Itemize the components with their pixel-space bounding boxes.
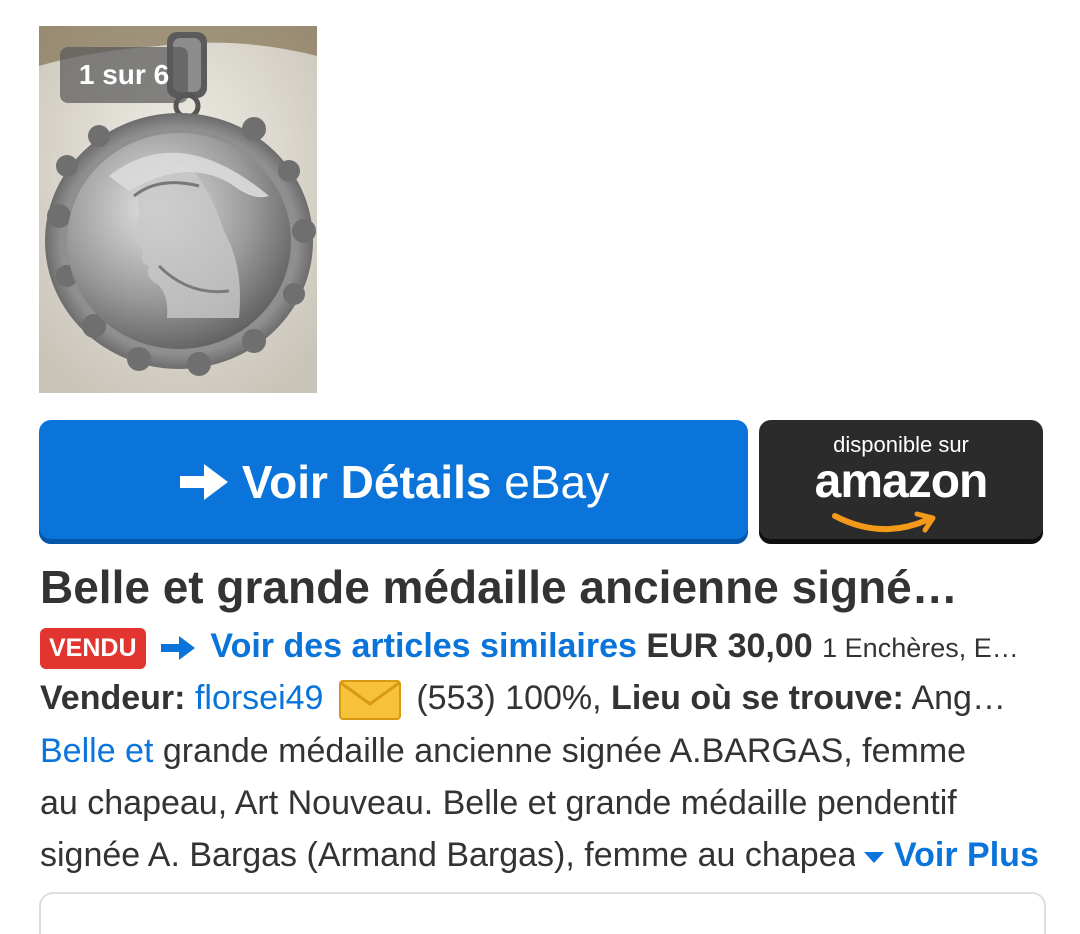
- description-line-3: signée A. Bargas (Armand Bargas), femme …: [40, 836, 855, 874]
- item-price: EUR 30,00: [646, 627, 813, 665]
- see-more-label: Voir Plus: [894, 836, 1039, 874]
- view-details-ebay-button[interactable]: Voir Détails eBay: [39, 420, 748, 544]
- item-title[interactable]: Belle et grande médaille ancienne signé…: [40, 560, 1040, 614]
- seller-row: Vendeur: florsei49 (553) 100%, Lieu où s…: [40, 674, 1040, 722]
- location-value: Ang…: [911, 679, 1006, 717]
- amazon-logo-text: amazon: [814, 455, 989, 508]
- next-listing-card: [39, 892, 1046, 934]
- seller-label: Vendeur:: [40, 679, 186, 717]
- arrow-right-icon: [160, 636, 195, 661]
- location-label: Lieu où se trouve:: [611, 679, 904, 717]
- caret-down-icon: [864, 851, 884, 863]
- sold-badge: VENDU: [40, 627, 146, 669]
- ebay-button-label: eBay: [504, 456, 610, 508]
- description-link[interactable]: Belle et: [40, 732, 153, 770]
- seller-name-link[interactable]: florsei49: [195, 679, 324, 717]
- amazon-smile-icon: [832, 511, 936, 533]
- bid-count: 1 Enchères, E…: [822, 633, 1019, 663]
- amazon-button[interactable]: disponible sur amazon: [759, 420, 1043, 544]
- seller-feedback: (553) 100%,: [416, 679, 602, 717]
- see-more-button[interactable]: Voir Plus: [864, 829, 1039, 881]
- ebay-button-bold-label: Voir Détails: [241, 456, 492, 508]
- similar-items-link[interactable]: Voir des articles similaires: [210, 627, 637, 665]
- arrow-right-icon: [179, 464, 228, 500]
- description-line-1: grande médaille ancienne signée A.BARGAS…: [153, 732, 967, 770]
- description-line-2: au chapeau, Art Nouveau. Belle et grande…: [40, 784, 957, 822]
- status-price-row: VENDU Voir des articles similaires EUR 3…: [40, 622, 1040, 670]
- envelope-icon[interactable]: [338, 680, 401, 721]
- image-counter: 1 sur 6: [60, 47, 188, 103]
